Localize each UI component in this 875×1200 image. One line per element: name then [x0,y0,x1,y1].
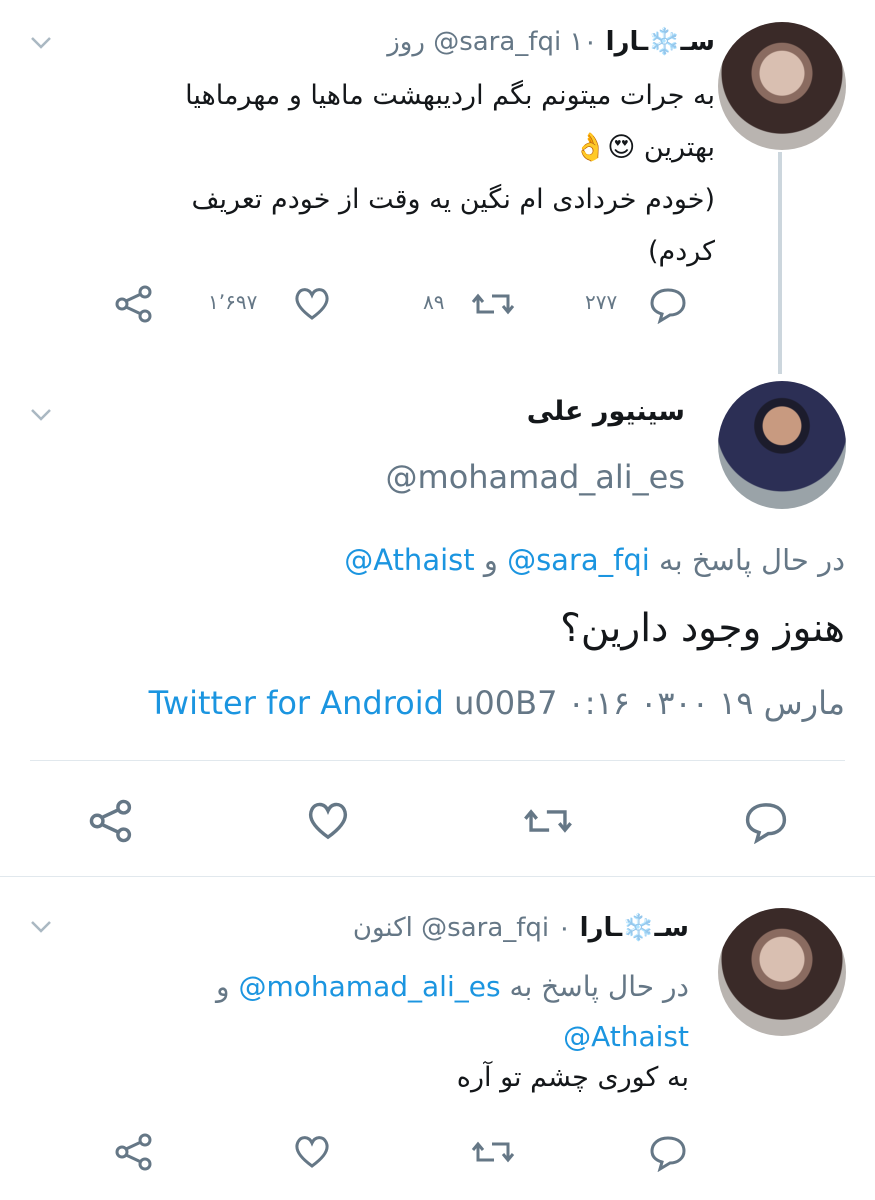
share-icon[interactable] [114,1132,154,1172]
retweet-icon[interactable] [522,798,574,844]
replying-prefix: در حال پاسخ به [509,970,689,1003]
tweet-timestamp: ۰:۱۶ ۰۳۰۰ مارس ۱۹ [567,684,845,722]
display-name[interactable]: سینیور علی [527,396,685,427]
divider [30,760,845,761]
handle[interactable]: @sara_fqi [421,913,549,943]
chevron-down-icon[interactable] [30,36,52,50]
reply-mention[interactable]: @Athaist [563,1020,689,1053]
like-count: ۱٬۶۹۷ [208,290,258,314]
tweet-text: هنوز وجود دارین؟ [560,606,845,651]
replying-to: در حال پاسخ به @sara_fqi و @Athaist [344,543,845,577]
replying-prefix: در حال پاسخ به [659,543,845,577]
share-icon[interactable] [114,284,154,324]
handle[interactable]: @mohamad_ali_es [386,458,685,496]
tweet-header: سـ❄️ـارا @sara_fqi ۰ اکنون [169,913,689,943]
display-name[interactable]: سـ❄️ـارا [580,913,689,943]
chevron-down-icon[interactable] [30,920,52,934]
divider [0,876,875,877]
tweet-line: به جرات میتونم بگم اردیبهشت ماهیا و مهرم… [185,80,715,111]
tweet-header: سـ❄️ـارا @sara_fqi ۱۰ روز [195,27,715,63]
source-link[interactable]: Twitter for Android [149,684,444,722]
handle[interactable]: @sara_fqi [433,27,561,57]
replying-to: در حال پاسخ به @mohamad_ali_es و @Athais… [129,962,689,1062]
share-icon[interactable] [88,798,134,844]
reply-mention[interactable]: @Athaist [344,543,474,577]
tweet-meta: Twitter for Android u00B7 ۰:۱۶ ۰۳۰۰ مارس… [149,684,845,722]
reply-mention[interactable]: @mohamad_ali_es [238,970,500,1003]
retweet-icon[interactable] [470,1132,516,1172]
reply-icon[interactable] [743,798,789,844]
tweet-body: به جرات میتونم بگم اردیبهشت ماهیا و مهرم… [95,70,715,278]
reply-icon[interactable] [648,284,688,324]
source-separator: u00B7 [454,684,558,722]
retweet-icon[interactable] [470,284,516,324]
heart-icon[interactable] [305,798,351,844]
avatar-sara[interactable] [718,22,846,150]
retweet-count: ۸۹ [423,290,445,314]
display-name[interactable]: سـ❄️ـارا [606,27,715,57]
reply-icon[interactable] [648,1132,688,1172]
reply-mention[interactable]: @sara_fqi [507,543,650,577]
avatar-ali[interactable] [718,381,846,509]
tweet-line: کردم) [647,236,715,267]
chevron-down-icon[interactable] [30,408,52,422]
thread-line [778,152,782,374]
tweet-text: به کوری چشم تو آره [456,1062,689,1093]
reply-and: و [216,970,230,1003]
tweet-line: بهترین 😍👌 [573,132,715,163]
heart-icon[interactable] [292,284,332,324]
avatar-sara[interactable] [718,908,846,1036]
heart-icon[interactable] [292,1132,332,1172]
reply-and: و [483,543,498,577]
reply-count: ۲۷۷ [585,290,618,314]
tweet-line: (خودم خردادی ام نگین یه وقت از خودم تعری… [191,184,715,215]
